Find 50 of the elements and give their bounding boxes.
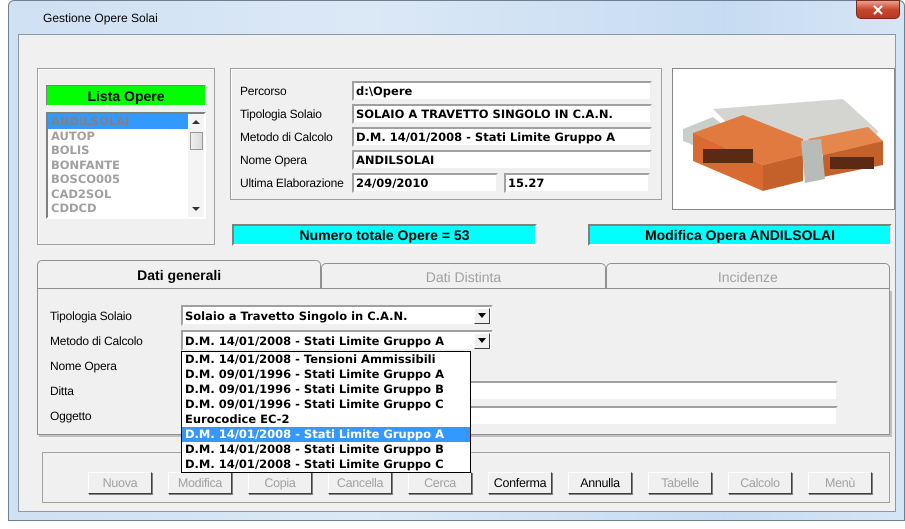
tab[interactable]: Incidenze <box>606 263 890 289</box>
field-label: Metodo di Calcolo <box>50 334 144 348</box>
info-field[interactable]: SOLAIO A TRAVETTO SINGOLO IN C.A.N. <box>352 104 652 124</box>
list-item[interactable]: BOSCO005 <box>48 172 188 186</box>
field-label: Metodo di Calcolo <box>240 130 334 144</box>
field-label: Ultima Elaborazione <box>240 176 345 190</box>
list-item[interactable]: BOLIS <box>48 143 188 158</box>
window-title: Gestione Opere Solai <box>43 10 158 24</box>
list-item[interactable]: AUTOP <box>48 128 188 143</box>
time-field[interactable]: 15.27 <box>504 172 650 192</box>
mode-label: Modifica Opera ANDILSOLAI <box>588 224 892 246</box>
caret-icon <box>478 313 486 318</box>
info-field[interactable]: D.M. 14/01/2008 - Stati Limite Gruppo A <box>352 126 652 146</box>
action-button[interactable]: Conferma <box>488 472 552 494</box>
field-label: Ditta <box>50 384 75 398</box>
field-label: Nome Opera <box>240 152 308 166</box>
field-label: Tipologia Solaio <box>50 308 133 322</box>
dropdown-option[interactable]: D.M. 14/01/2008 - Stati Limite Gruppo C <box>182 457 470 472</box>
dropdown-option[interactable]: D.M. 14/01/2008 - Stati Limite Gruppo B <box>182 442 470 457</box>
date-field[interactable]: 24/09/2010 <box>352 172 498 192</box>
scrollbar[interactable] <box>188 114 204 217</box>
field-label: Percorso <box>240 84 288 98</box>
scroll-thumb[interactable] <box>190 132 202 150</box>
combo-box[interactable]: Solaio a Travetto Singolo in C.A.N. <box>181 305 493 326</box>
close-icon <box>872 4 884 14</box>
dropdown-option[interactable]: Eurocodice EC-2 <box>182 412 470 427</box>
total-count-label: Numero totale Opere = 53 <box>232 224 537 246</box>
dropdown-option[interactable]: D.M. 09/01/1996 - Stati Limite Gruppo C <box>182 397 470 412</box>
list-title: Lista Opere <box>46 85 206 106</box>
list-item[interactable]: CDDCD <box>48 201 188 216</box>
info-field[interactable]: d:\Opere <box>352 80 652 100</box>
dropdown-option[interactable]: D.M. 14/01/2008 - Tensioni Ammissibili <box>182 352 470 367</box>
action-button[interactable]: Annulla <box>568 472 632 494</box>
dropdown-option[interactable]: D.M. 09/01/1996 - Stati Limite Gruppo B <box>182 382 470 397</box>
tab[interactable]: Dati generali <box>37 260 322 289</box>
field-label: Tipologia Solaio <box>240 106 323 120</box>
combo-box[interactable]: D.M. 14/01/2008 - Stati Limite Gruppo A <box>181 330 493 351</box>
list-item[interactable]: BONFANTE <box>48 158 188 172</box>
list-item[interactable]: CAD2SOL <box>48 186 188 201</box>
dropdown-option[interactable]: D.M. 14/01/2008 - Stati Limite Gruppo A <box>182 427 470 442</box>
dropdown-button[interactable] <box>474 332 490 348</box>
works-listbox[interactable]: ANDILSOLAI AUTOP BOLIS BONFANTE BOSCO005 CAD2SOL CDDCD <box>46 112 206 219</box>
info-field[interactable]: ANDILSOLAI <box>352 150 652 170</box>
close-button[interactable] <box>856 0 900 19</box>
tab[interactable]: Dati Distinta <box>321 263 606 289</box>
caret-icon <box>478 338 486 343</box>
dropdown-button[interactable] <box>474 308 490 324</box>
field-label: Nome Opera <box>50 358 118 372</box>
dropdown-option[interactable]: D.M. 09/01/1996 - Stati Limite Gruppo A <box>182 367 470 382</box>
field-label: Oggetto <box>50 408 92 422</box>
